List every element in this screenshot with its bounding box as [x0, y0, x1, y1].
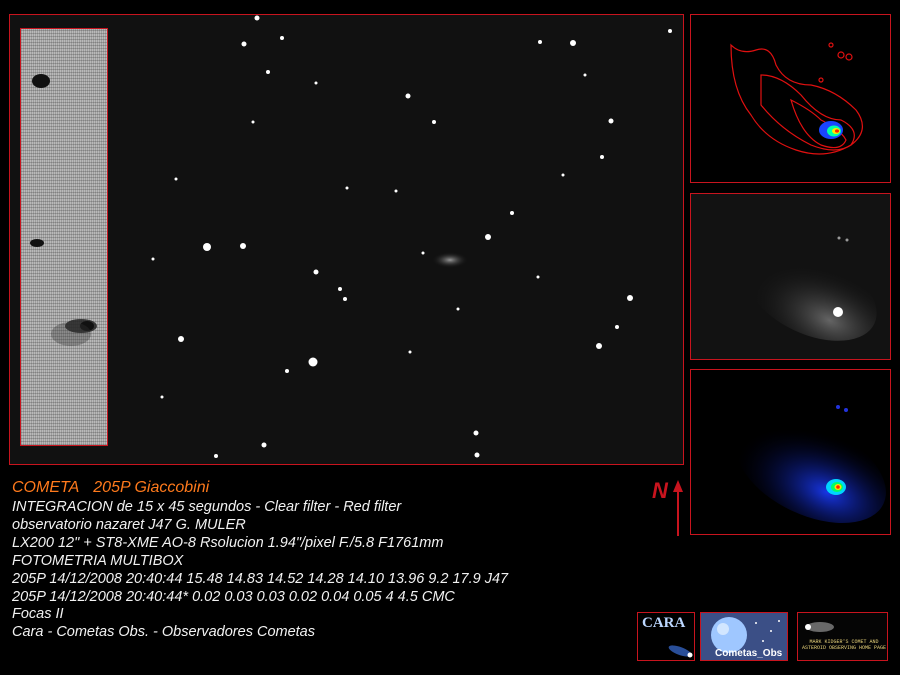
main-star-field-image: [9, 14, 684, 465]
comet-nucleus: [432, 252, 468, 268]
photometry-row-2: 205P 14/12/2008 20:40:44* 0.02 0.03 0.03…: [12, 589, 455, 605]
comet-name: 205P Giaccobini: [93, 479, 210, 496]
processed-strip-image: [20, 28, 108, 446]
contour-map-image: [690, 14, 891, 183]
cometas-obs-logo-link[interactable]: Cometas_Obs: [700, 612, 788, 661]
stars: [151, 15, 672, 458]
kidger-logo-link[interactable]: MARK KIDGER'S COMET AND ASTEROID OBSERVI…: [797, 612, 888, 661]
kidger-comet-icon: [805, 622, 834, 632]
cometas-logo-text: Cometas_Obs: [715, 648, 783, 659]
false-color-comet-image: [690, 369, 891, 535]
blue-comet: [736, 405, 886, 523]
star-field: [151, 15, 672, 458]
equipment-line: LX200 12" + ST8-XME AO-8 Rsolucion 1.94"…: [12, 535, 444, 551]
cara-comet-icon: [668, 645, 693, 658]
contour-graphic: [730, 42, 863, 155]
observatory-line: observatorio nazaret J47 G. MULER: [12, 517, 246, 533]
photometry-heading: FOTOMETRIA MULTIBOX: [12, 553, 184, 569]
strip-features: [30, 74, 97, 346]
comet-title: COMETA 205P Giaccobini: [12, 479, 223, 497]
north-label: N: [652, 478, 668, 503]
gray-comet: [745, 236, 877, 341]
north-arrow-icon: [673, 480, 683, 536]
integration-line: INTEGRACION de 15 x 45 segundos - Clear …: [12, 499, 402, 515]
cara-logo-link[interactable]: CARA: [637, 612, 695, 661]
kidger-logo-text: MARK KIDGER'S COMET AND ASTEROID OBSERVI…: [802, 639, 887, 651]
grayscale-comet-image: [690, 193, 891, 360]
comet-prefix: COMETA: [12, 479, 80, 496]
credits-line: Cara - Cometas Obs. - Observadores Comet…: [12, 624, 315, 640]
photometry-row-1: 205P 14/12/2008 20:40:44 15.48 14.83 14.…: [12, 571, 509, 587]
software-line: Focas II: [12, 606, 64, 622]
